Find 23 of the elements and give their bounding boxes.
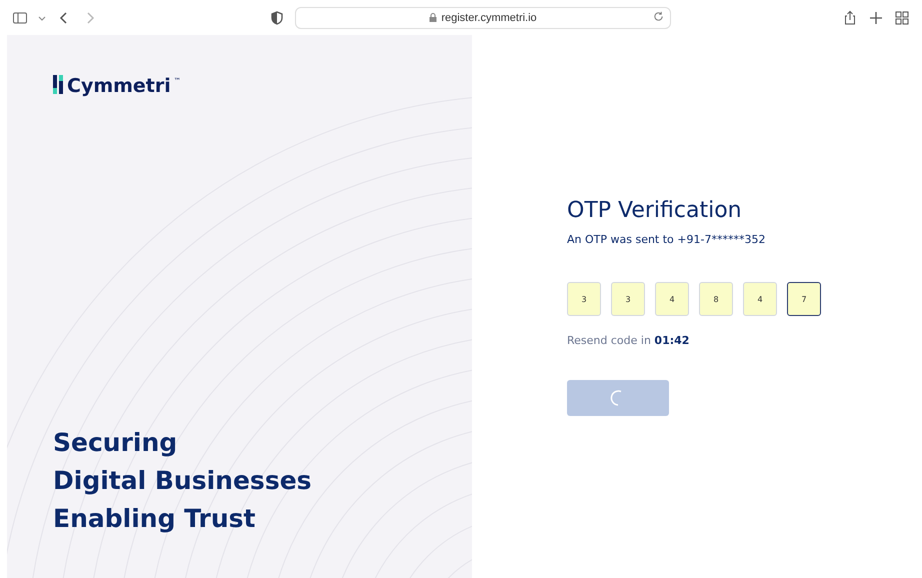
otp-title: OTP Verification — [567, 198, 743, 223]
tagline: Securing — [53, 427, 178, 459]
chevron-down-icon[interactable] — [38, 14, 46, 22]
otp-digit-field[interactable]: 4 — [743, 282, 777, 316]
otp-digit-field[interactable]: 3 — [567, 282, 601, 316]
resend-timer: Resend code in 01:42 — [567, 334, 690, 347]
share-icon[interactable] — [842, 10, 858, 26]
reload-icon[interactable] — [653, 10, 664, 22]
otp-digit-field[interactable]: 8 — [699, 282, 733, 316]
shield-icon[interactable] — [269, 10, 285, 26]
sidebar-icon[interactable] — [12, 10, 28, 26]
tagline: Digital Businesses — [53, 465, 313, 497]
otp-digit-field[interactable]: 4 — [655, 282, 689, 316]
otp-subtitle: An OTP was sent to +91-7******352 — [567, 233, 766, 246]
otp-digit-field[interactable]: 3 — [611, 282, 645, 316]
lock-icon — [429, 13, 438, 22]
plus-icon[interactable] — [868, 10, 884, 26]
address-bar[interactable]: register.cymmetri.io — [295, 6, 671, 28]
otp-digit-field[interactable]: 7 — [787, 282, 821, 316]
tabs-grid-icon[interactable] — [894, 10, 910, 26]
brand-name: Cymmetri — [67, 75, 171, 97]
tagline: Enabling Trust — [53, 503, 256, 535]
logo-icon — [53, 75, 64, 94]
